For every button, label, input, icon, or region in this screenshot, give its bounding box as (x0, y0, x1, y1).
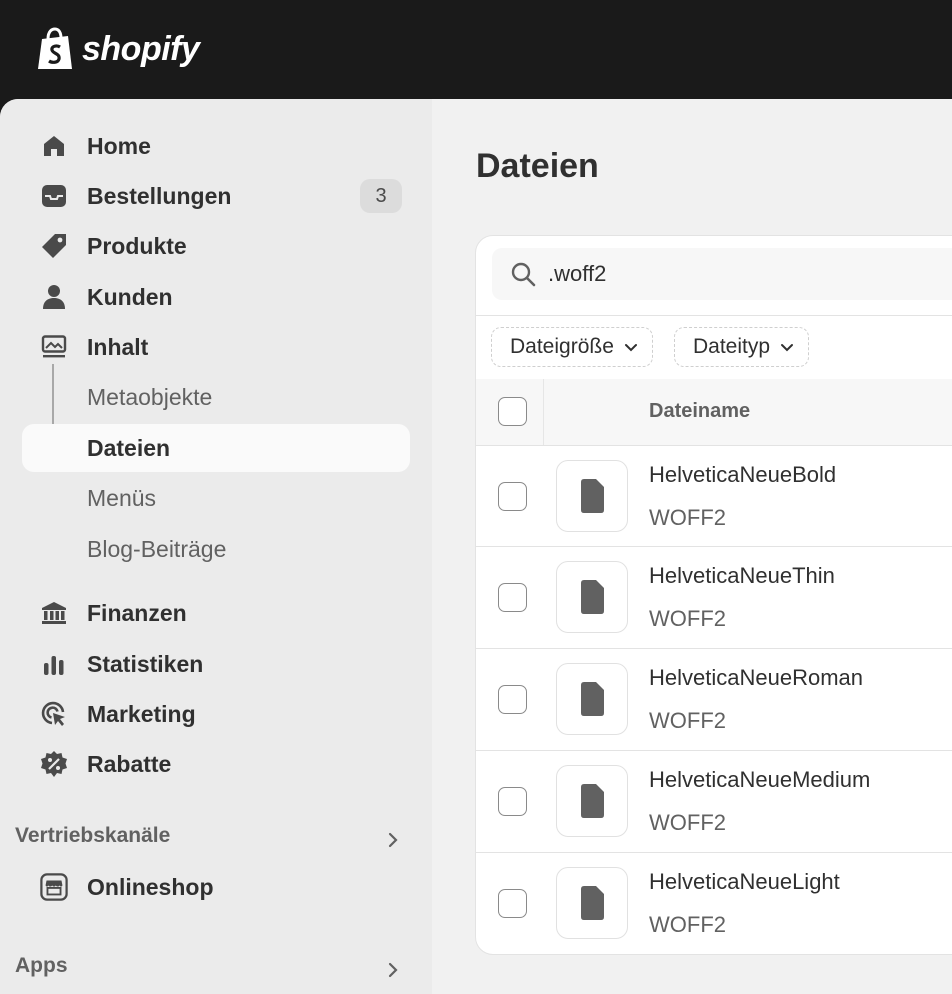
file-type: WOFF2 (649, 708, 726, 733)
sidebar-item-label: Finanzen (87, 599, 187, 626)
discount-icon (40, 750, 68, 778)
shopify-logo[interactable]: shopify (36, 26, 200, 72)
sidebar-item-label: Inhalt (87, 333, 149, 360)
brand-name: shopify (82, 29, 200, 68)
table-row[interactable]: HelveticaNeueRoman WOFF2 (476, 648, 952, 750)
table-row[interactable]: HelveticaNeueBold WOFF2 (476, 445, 952, 547)
sidebar-item-onlineshop[interactable]: Onlineshop (22, 863, 410, 911)
filter-dateityp[interactable]: Dateityp (674, 327, 810, 367)
sidebar-item-label: Menüs (87, 484, 157, 511)
file-icon (581, 479, 604, 513)
divider (476, 315, 952, 316)
row-checkbox[interactable] (498, 889, 527, 918)
top-bar: shopify (0, 0, 952, 100)
sidebar-item-label: Blog-Beiträge (87, 535, 227, 562)
file-thumbnail (556, 460, 628, 532)
sidebar-item-marketing[interactable]: Marketing (22, 690, 410, 738)
table-row[interactable]: HelveticaNeueMedium WOFF2 (476, 750, 952, 852)
row-checkbox[interactable] (498, 787, 527, 816)
row-checkbox[interactable] (498, 482, 527, 511)
filter-label: Dateigröße (510, 335, 614, 358)
sidebar-item-label: Statistiken (87, 650, 204, 677)
sidebar-item-metaobjekte[interactable]: Metaobjekte (22, 373, 410, 421)
table-row[interactable]: HelveticaNeueLight WOFF2 (476, 852, 952, 954)
target-icon (40, 700, 68, 728)
bar-chart-icon (40, 650, 68, 678)
sidebar-item-kunden[interactable]: Kunden (22, 273, 410, 321)
file-icon (581, 784, 604, 818)
file-name[interactable]: HelveticaNeueMedium (649, 767, 870, 793)
file-name[interactable]: HelveticaNeueThin (649, 563, 835, 589)
table-header: Dateiname (476, 379, 952, 445)
sidebar-item-bestellungen[interactable]: Bestellungen 3 (22, 172, 410, 220)
file-thumbnail (556, 867, 628, 939)
file-thumbnail (556, 765, 628, 837)
chevron-right-icon[interactable] (384, 831, 402, 849)
sidebar-item-label: Onlineshop (87, 873, 214, 900)
select-all-checkbox[interactable] (498, 397, 527, 426)
row-checkbox[interactable] (498, 583, 527, 612)
sidebar-item-menus[interactable]: Menüs (22, 474, 410, 522)
sales-channels-heading[interactable]: Vertriebskanäle (15, 824, 170, 848)
sidebar-item-produkte[interactable]: Produkte (22, 222, 410, 270)
file-type: WOFF2 (649, 606, 726, 631)
page-title: Dateien (476, 147, 599, 185)
search-icon (511, 262, 536, 287)
files-card: Dateigröße Dateityp Dateiname HelveticaN… (475, 235, 952, 955)
file-name[interactable]: HelveticaNeueBold (649, 462, 836, 488)
app-shell: Home Bestellungen 3 Produkte Kunden Inha… (0, 99, 952, 994)
file-icon (581, 886, 604, 920)
search-input[interactable] (548, 256, 948, 292)
file-thumbnail (556, 663, 628, 735)
store-icon (40, 873, 68, 901)
chevron-right-icon[interactable] (384, 961, 402, 979)
chevron-down-icon (781, 344, 794, 352)
inbox-icon (40, 182, 68, 210)
file-type: WOFF2 (649, 505, 726, 530)
apps-heading[interactable]: Apps (15, 954, 68, 978)
sidebar-item-inhalt[interactable]: Inhalt (22, 323, 410, 371)
file-type: WOFF2 (649, 810, 726, 835)
sidebar-item-rabatte[interactable]: Rabatte (22, 740, 410, 788)
sidebar-item-home[interactable]: Home (22, 122, 410, 170)
file-name[interactable]: HelveticaNeueRoman (649, 665, 863, 691)
sidebar: Home Bestellungen 3 Produkte Kunden Inha… (0, 99, 432, 994)
file-icon (581, 580, 604, 614)
tag-icon (40, 232, 68, 260)
sidebar-item-finanzen[interactable]: Finanzen (22, 589, 410, 637)
sidebar-item-label: Produkte (87, 232, 187, 259)
sidebar-item-label: Home (87, 132, 151, 159)
table-row[interactable]: HelveticaNeueThin WOFF2 (476, 546, 952, 648)
search-bar[interactable] (492, 248, 952, 300)
bank-icon (40, 599, 68, 627)
home-icon (40, 132, 68, 160)
file-icon (581, 682, 604, 716)
row-checkbox[interactable] (498, 685, 527, 714)
sidebar-item-label: Marketing (87, 700, 196, 727)
sidebar-item-label: Rabatte (87, 750, 172, 777)
sidebar-item-label: Metaobjekte (87, 383, 213, 410)
content-icon (40, 333, 68, 361)
filter-dateigroesse[interactable]: Dateigröße (491, 327, 653, 367)
filter-label: Dateityp (693, 335, 771, 358)
sidebar-item-label: Dateien (87, 434, 171, 461)
chevron-down-icon (624, 344, 637, 352)
shopify-bag-icon (38, 27, 72, 69)
sidebar-item-label: Bestellungen (87, 182, 232, 209)
file-type: WOFF2 (649, 912, 726, 937)
sidebar-item-blog-beitraege[interactable]: Blog-Beiträge (22, 525, 410, 573)
orders-count-badge: 3 (360, 179, 402, 213)
person-icon (40, 283, 68, 311)
file-name[interactable]: HelveticaNeueLight (649, 869, 840, 895)
sidebar-item-statistiken[interactable]: Statistiken (22, 640, 410, 688)
sidebar-item-label: Kunden (87, 283, 173, 310)
column-header-dateiname[interactable]: Dateiname (649, 400, 750, 423)
file-thumbnail (556, 561, 628, 633)
sidebar-item-dateien[interactable]: Dateien (22, 424, 410, 472)
column-separator (543, 379, 544, 445)
